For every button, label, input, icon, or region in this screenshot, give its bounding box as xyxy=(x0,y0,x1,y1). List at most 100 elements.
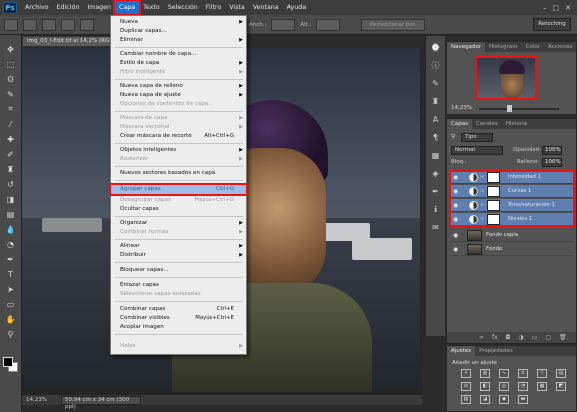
tab-acciones[interactable]: Acciones xyxy=(544,42,576,52)
hand-tool-icon[interactable]: ✋ xyxy=(3,313,19,325)
menu-item-enlazar-capas[interactable]: Enlazar capas xyxy=(111,281,246,290)
new-selection-icon[interactable] xyxy=(23,18,37,31)
pen-tool-icon[interactable]: ✒ xyxy=(3,253,19,265)
gradient-map-icon[interactable]: ▬ xyxy=(518,395,528,404)
menu-item-distribuir[interactable]: Distribuir ▶ xyxy=(111,251,246,260)
layer-filter-select[interactable]: Tipo xyxy=(461,133,493,142)
refine-edge-button[interactable]: Perfeccionar bor. xyxy=(361,19,426,31)
layer-row[interactable]: ◉ Fondo xyxy=(450,243,574,256)
notes-icon[interactable]: ✉ xyxy=(430,222,442,234)
swatches-icon[interactable]: ▦ xyxy=(430,150,442,162)
layer-row[interactable]: ◉ Fondo capia xyxy=(450,229,574,242)
marquee-tool-preset-icon[interactable] xyxy=(4,18,18,31)
menu-item-combinar-visibles[interactable]: Combinar visibles Mayús+Ctrl+E xyxy=(111,314,246,323)
menu-ventana[interactable]: Ventana xyxy=(249,1,283,14)
color-balance-icon[interactable]: ⚖ xyxy=(461,382,471,391)
black-white-icon[interactable]: ◧ xyxy=(480,382,490,391)
blur-tool-icon[interactable]: 💧 xyxy=(3,223,19,235)
gradient-tool-icon[interactable]: ▤ xyxy=(3,208,19,220)
menu-item-duplicar-capas[interactable]: Duplicar capas... xyxy=(111,27,246,36)
navigator-thumbnail[interactable] xyxy=(475,56,537,100)
navigator-zoom[interactable]: 14,23% xyxy=(451,105,472,111)
history-brush-tool-icon[interactable]: ↺ xyxy=(3,178,19,190)
menu-item-alinear[interactable]: Alinear ▶ xyxy=(111,242,246,251)
color-swatches[interactable] xyxy=(3,357,19,373)
opacity-field[interactable]: 100% xyxy=(542,146,562,155)
character-icon[interactable]: A xyxy=(430,114,442,126)
menu-capa[interactable]: Capa xyxy=(113,0,142,16)
subtract-selection-icon[interactable] xyxy=(61,18,75,31)
document-size[interactable]: 50,94 cm x 34 cm (300 ppi) xyxy=(60,396,141,410)
tab-color[interactable]: Color xyxy=(522,42,544,52)
channel-mixer-icon[interactable]: ◔ xyxy=(518,382,528,391)
trash-icon[interactable]: 🗑 xyxy=(559,332,567,343)
marquee-tool-icon[interactable]: ⬚ xyxy=(3,58,19,70)
curves-icon[interactable]: ∿ xyxy=(499,369,509,378)
clone-stamp-tool-icon[interactable]: ♜ xyxy=(3,163,19,175)
menu-filtro[interactable]: Filtro xyxy=(202,1,225,14)
menu-item-combinar-capas[interactable]: Combinar capas Ctrl+E xyxy=(111,305,246,314)
zoom-level[interactable]: 14,23% xyxy=(26,395,47,405)
selective-color-icon[interactable]: ◆ xyxy=(499,395,509,404)
shape-tool-icon[interactable]: ▭ xyxy=(3,298,19,310)
menu-item-acoplar-imagen[interactable]: Acoplar imagen xyxy=(111,323,246,332)
menu-item-mascara-recorte[interactable]: Crear máscara de recorte Alt+Ctrl+G xyxy=(111,132,246,141)
menu-edicion[interactable]: Edición xyxy=(53,1,84,14)
tab-canales[interactable]: Canales xyxy=(472,119,502,129)
add-selection-icon[interactable] xyxy=(42,18,56,31)
menu-item-nuevos-sectores[interactable]: Nuevos sectores basados en capa xyxy=(111,169,246,178)
fill-field[interactable]: 100% xyxy=(542,158,562,167)
clone-source-icon[interactable]: ♜ xyxy=(430,96,442,108)
width-field[interactable] xyxy=(271,18,296,31)
menu-item-nueva-capa-relleno[interactable]: Nueva capa de relleno ▶ xyxy=(111,82,246,91)
levels-icon[interactable]: ▥ xyxy=(480,369,490,378)
brush-tool-icon[interactable]: ✐ xyxy=(3,148,19,160)
styles-icon[interactable]: ◈ xyxy=(430,168,442,180)
brightness-icon[interactable]: ☼ xyxy=(461,369,471,378)
menu-item-organizar[interactable]: Organizar ▶ xyxy=(111,219,246,228)
paragraph-icon[interactable]: ¶ xyxy=(430,132,442,144)
minimize-icon[interactable]: – xyxy=(543,4,547,12)
eye-icon[interactable]: ◉ xyxy=(453,246,458,253)
foreground-color-swatch[interactable] xyxy=(3,357,13,367)
menu-ayuda[interactable]: Ayuda xyxy=(283,1,310,14)
folder-icon[interactable]: ▭ xyxy=(532,332,538,343)
zoom-tool-icon[interactable]: ⚲ xyxy=(3,328,19,340)
intersect-selection-icon[interactable] xyxy=(80,18,94,31)
menu-item-bloquear-capas[interactable]: Bloquear capas... xyxy=(111,266,246,275)
add-mask-icon[interactable]: ◘ xyxy=(506,332,511,343)
color-lookup-icon[interactable]: ▦ xyxy=(537,382,547,391)
exposure-icon[interactable]: ± xyxy=(518,369,528,378)
adjustment-icon[interactable]: ◑ xyxy=(518,332,523,343)
hue-saturation-icon[interactable]: ▤ xyxy=(556,369,566,378)
workspace-switcher[interactable]: Retoching xyxy=(533,18,571,31)
maximize-icon[interactable]: □ xyxy=(553,4,560,12)
menu-item-nueva[interactable]: Nueva ▶ xyxy=(111,18,246,27)
invert-icon[interactable]: ◩ xyxy=(556,382,566,391)
menu-archivo[interactable]: Archivo xyxy=(21,1,53,14)
tab-ajustes[interactable]: Ajustes xyxy=(447,346,476,356)
zoom-slider-handle[interactable] xyxy=(507,105,512,112)
lasso-tool-icon[interactable]: ʘ xyxy=(3,73,19,85)
brush-preset-icon[interactable]: ✎ xyxy=(430,78,442,90)
new-layer-icon[interactable]: ▢ xyxy=(545,332,551,343)
height-field[interactable] xyxy=(316,18,341,31)
threshold-icon[interactable]: ◪ xyxy=(480,395,490,404)
blend-mode-select[interactable]: Normal xyxy=(451,146,503,155)
menu-item-objetos-inteligentes[interactable]: Objetos inteligentes ▶ xyxy=(111,146,246,155)
menu-item-eliminar[interactable]: Eliminar ▶ xyxy=(111,36,246,45)
posterize-icon[interactable]: ▨ xyxy=(461,395,471,404)
tab-historia[interactable]: Historia xyxy=(502,119,531,129)
paths-icon[interactable]: ✒ xyxy=(430,186,442,198)
dodge-tool-icon[interactable]: ◔ xyxy=(3,238,19,250)
vibrance-icon[interactable]: ▽ xyxy=(537,369,547,378)
path-select-tool-icon[interactable]: ➤ xyxy=(3,283,19,295)
link-layers-icon[interactable]: ∞ xyxy=(479,332,484,343)
photo-filter-icon[interactable]: ◎ xyxy=(499,382,509,391)
eraser-tool-icon[interactable]: ◨ xyxy=(3,193,19,205)
menu-item-cambiar-nombre[interactable]: Cambiar nombre de capa... xyxy=(111,50,246,59)
menu-vista[interactable]: Vista xyxy=(225,1,249,14)
menu-texto[interactable]: Texto xyxy=(139,1,164,14)
history-icon[interactable]: ⌚ xyxy=(430,42,442,54)
tab-histogram[interactable]: Histogram xyxy=(485,42,522,52)
